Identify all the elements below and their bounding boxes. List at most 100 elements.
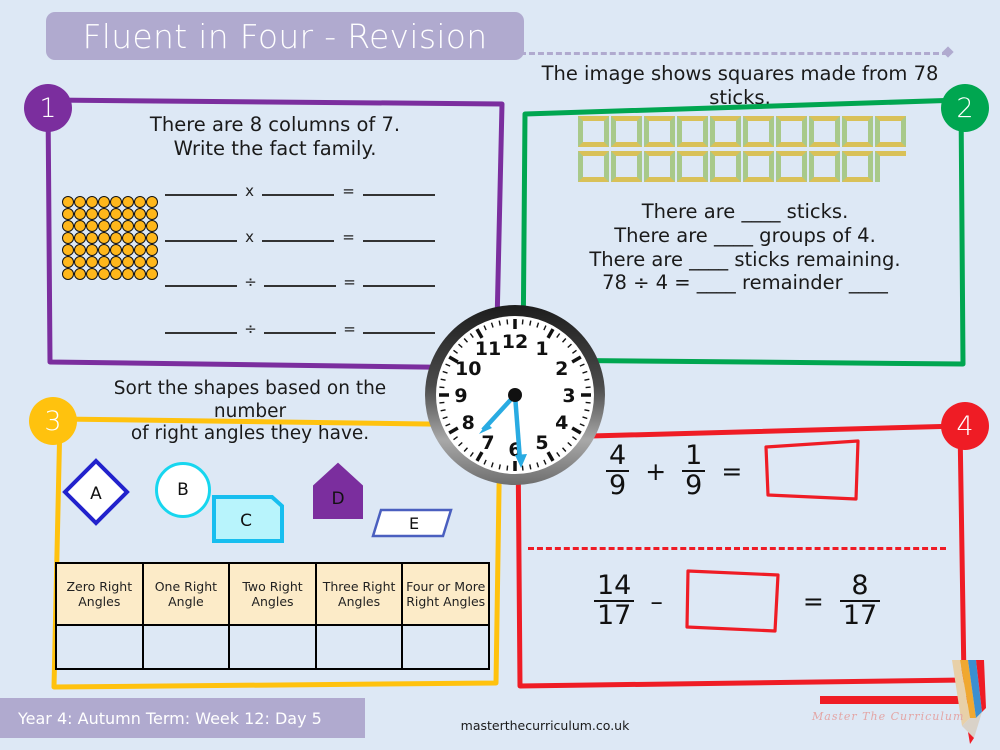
pencil-logo-icon (952, 660, 986, 744)
worksheet-page: Fluent in Four - Revision 1 There are 8 … (0, 0, 1000, 750)
operator-symbol: ÷ (244, 273, 257, 291)
array-dot (98, 256, 110, 268)
question-1-prompt: There are 8 columns of 7. Write the fact… (90, 113, 460, 161)
table-header-row: Zero Right Angles One Right Angle Two Ri… (55, 562, 490, 626)
stick-square (743, 151, 774, 182)
blank-input[interactable] (262, 240, 335, 242)
table-answer-cell[interactable] (401, 624, 490, 670)
clock-tick-minor (585, 401, 591, 404)
numerator: 14 (597, 569, 632, 601)
array-dot (146, 220, 158, 232)
array-dot (62, 244, 74, 256)
page-title: Fluent in Four - Revision (82, 16, 488, 56)
table-answer-cell[interactable] (314, 624, 404, 670)
clock-tick-minor (439, 401, 445, 404)
question-2-fill-lines: There are ____ sticks. There are ____ gr… (540, 200, 950, 295)
clock-numeral: 10 (455, 358, 481, 380)
array-dot (110, 268, 122, 280)
operator-symbol: x (245, 228, 255, 246)
shape-d-house-pentagon[interactable]: D (312, 462, 364, 520)
fact-family-row-1[interactable]: x = (165, 182, 435, 200)
question-2-line-3[interactable]: There are ____ sticks remaining. (540, 248, 950, 272)
clock-tick-minor (585, 386, 591, 389)
blank-input[interactable] (165, 285, 237, 287)
blank-input[interactable] (362, 194, 435, 196)
clock-numeral: 8 (462, 412, 475, 434)
blank-input[interactable] (165, 332, 237, 334)
stick-square (677, 116, 708, 147)
question-2-line-1[interactable]: There are ____ sticks. (540, 200, 950, 224)
table-header-cell: Two Right Angles (228, 562, 317, 626)
table-answer-cell[interactable] (228, 624, 317, 670)
table-answer-cell[interactable] (55, 624, 144, 670)
question-2-line-4[interactable]: 78 ÷ 4 = ____ remainder ____ (540, 271, 950, 295)
shape-e-parallelogram[interactable]: E (371, 508, 453, 538)
array-dot (146, 268, 158, 280)
array-dot (134, 220, 146, 232)
stick-square (611, 116, 642, 147)
array-dot (74, 256, 86, 268)
array-dot (86, 196, 98, 208)
clock-numeral: 12 (502, 331, 528, 353)
answer-box-equation-1[interactable] (762, 437, 862, 505)
clock-numeral: 9 (454, 385, 467, 407)
array-dot (110, 232, 122, 244)
title-dashed-rule (520, 52, 948, 55)
clock-numeral: 5 (535, 432, 548, 454)
array-dot (86, 256, 98, 268)
array-dot (74, 244, 86, 256)
array-dot (110, 244, 122, 256)
shape-b-circle[interactable]: B (155, 462, 211, 518)
table-answer-cell[interactable] (141, 624, 231, 670)
blank-input[interactable] (165, 194, 237, 196)
denominator: 17 (594, 600, 635, 630)
stick-square (644, 151, 675, 182)
shape-c-clipped-rectangle[interactable]: C (212, 495, 284, 543)
answer-box-equation-2[interactable] (683, 565, 783, 637)
array-dot (134, 256, 146, 268)
stick-square (842, 151, 873, 182)
stick-square (611, 151, 642, 182)
clock-tick-minor (521, 319, 524, 325)
blank-input[interactable] (362, 240, 435, 242)
clock-numeral: 4 (555, 412, 568, 434)
fact-family-row-2[interactable]: x = (165, 228, 435, 246)
array-dot (98, 208, 110, 220)
question-1-prompt-line-2: Write the fact family. (173, 136, 377, 160)
shape-b-label: B (177, 480, 189, 500)
fact-family-row-4[interactable]: ÷ = (165, 320, 435, 338)
numerator: 1 (685, 439, 703, 471)
fraction-1-over-9: 1 9 (682, 439, 706, 500)
right-angles-sorting-table: Zero Right Angles One Right Angle Two Ri… (55, 562, 490, 670)
stick-squares-diagram (578, 116, 938, 186)
question-4-badge: 4 (941, 402, 989, 450)
array-dot (146, 196, 158, 208)
fact-family-row-3[interactable]: ÷ = (165, 273, 435, 291)
stick-square (776, 116, 807, 147)
blank-input[interactable] (263, 332, 336, 334)
stick-square (578, 151, 609, 182)
clock-numeral: 7 (481, 432, 494, 454)
question-2-line-2[interactable]: There are ____ groups of 4. (540, 224, 950, 248)
array-dot (134, 196, 146, 208)
blank-input[interactable] (165, 240, 237, 242)
array-dot (134, 268, 146, 280)
array-dot (134, 244, 146, 256)
array-dot (74, 208, 86, 220)
stick-square (842, 116, 873, 147)
question-4-divider (528, 547, 946, 550)
blank-input[interactable] (362, 285, 435, 287)
shape-a-diamond[interactable]: A (62, 458, 130, 526)
array-dot (74, 232, 86, 244)
array-dot (86, 208, 98, 220)
question-3-badge: 3 (29, 397, 77, 445)
page-title-bar: Fluent in Four - Revision (46, 12, 524, 60)
array-dot (86, 220, 98, 232)
array-dot (146, 256, 158, 268)
clock-numeral: 11 (475, 338, 501, 360)
stick-square-row-2 (578, 151, 938, 182)
blank-input[interactable] (263, 285, 336, 287)
fraction-14-over-17: 14 17 (594, 569, 635, 630)
array-dot (122, 268, 134, 280)
blank-input[interactable] (262, 194, 335, 196)
